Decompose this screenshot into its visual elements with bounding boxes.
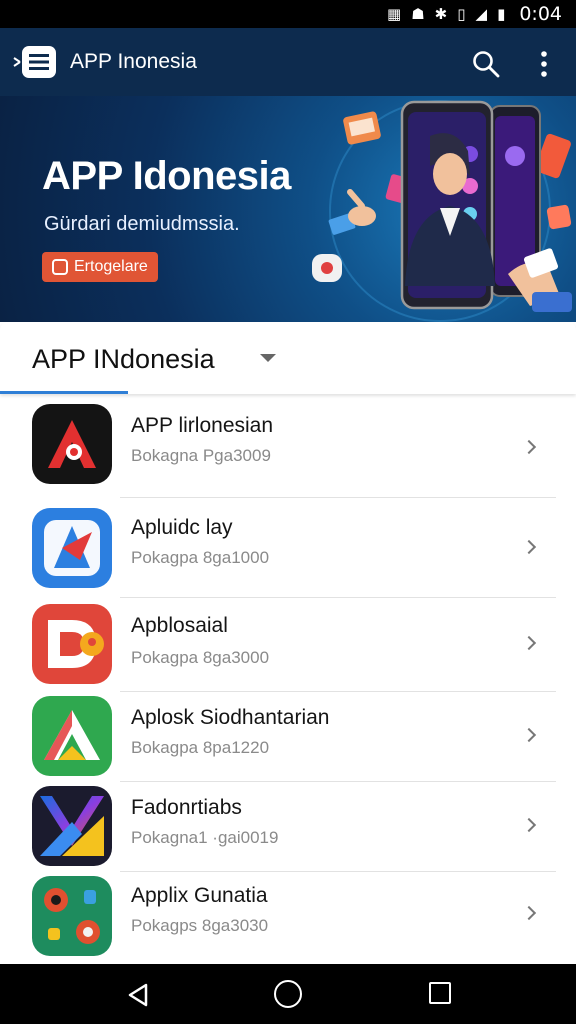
chevron-right-icon [521,539,537,555]
category-label: APP INdonesia [32,344,215,374]
app-row[interactable]: Apluidc lay Pokagpa 8ga1000 [0,498,576,598]
app-name: Fadonrtiabs [131,796,242,819]
signal-icon: ◢ [475,4,488,23]
chevron-right-icon [521,817,537,833]
app-name: Applix Gunatia [131,884,268,907]
menu-logo-icon[interactable] [12,44,58,80]
app-row[interactable]: Fadonrtiabs Pokagna1 ·gai0019 [0,782,576,872]
vibrate-icon: ▯ [457,4,466,23]
app-meta: Pokagna1 ·gai0019 [131,828,279,847]
back-icon[interactable] [126,982,152,1008]
app-icon-blue-star [32,508,112,588]
app-icon-red-a [32,404,112,484]
status-bar: ▦ ☗ ✱ ▯ ◢ ▮ 0:04 [0,0,576,28]
app-icon-red-d [32,604,112,684]
bluetooth-icon: ✱ [434,4,448,23]
app-row[interactable]: APP lirlonesian Bokagna Pga3009 [0,396,576,498]
chevron-right-icon [521,905,537,921]
chevron-right-icon [521,439,537,455]
app-list: APP lirlonesian Bokagna Pga3009 Apluidc … [0,396,576,968]
banner-button-icon [52,259,68,275]
search-icon[interactable] [470,48,502,80]
caret-down-icon[interactable] [260,354,276,362]
app-meta: Bokagpa 8pa1220 [131,738,270,757]
app-name: Apluidc lay [131,516,233,539]
app-name: APP lirlonesian [131,414,274,437]
nfc-icon: ▦ [387,4,402,23]
more-vert-icon[interactable] [530,48,558,80]
banner-subtitle: Gürdari demiudmssia. [44,213,240,235]
app-title: APP Inonesia [70,50,197,73]
app-name: Apblosaial [131,614,228,637]
app-meta: Bokagna Pga3009 [131,446,271,465]
lock-badge-icon: ☗ [411,4,425,23]
app-row[interactable]: Apblosaial Pokagpa 8ga3000 [0,598,576,692]
app-icon-teal-dots [32,876,112,956]
category-underline [0,391,128,394]
category-selector[interactable]: APP INdonesia [0,322,576,394]
banner-button[interactable]: Ertogelare [42,252,158,282]
promo-banner[interactable]: APP Idonesia Gürdari demiudmssia. Ertoge… [0,96,576,322]
app-meta: Pokagps 8ga3030 [131,916,269,935]
app-row[interactable]: Applix Gunatia Pokagps 8ga3030 [0,872,576,968]
home-icon[interactable] [274,980,302,1008]
app-row[interactable]: Aplosk Siodhantarian Bokagpa 8pa1220 [0,692,576,782]
recents-icon[interactable] [429,982,451,1004]
app-meta: Pokagpa 8ga3000 [131,648,270,667]
battery-icon: ▮ [497,4,506,23]
nav-bar [0,964,576,1024]
chevron-right-icon [521,727,537,743]
status-clock: 0:04 [519,3,562,25]
chevron-right-icon [521,635,537,651]
banner-title: APP Idonesia [42,154,291,198]
app-name: Aplosk Siodhantarian [131,706,330,729]
banner-illustration [312,100,572,322]
app-meta: Pokagpa 8ga1000 [131,548,270,567]
app-bar: APP Inonesia [0,28,576,96]
app-icon-gradient [32,786,112,866]
app-icon-green-a [32,696,112,776]
banner-button-label: Ertogelare [74,258,148,275]
